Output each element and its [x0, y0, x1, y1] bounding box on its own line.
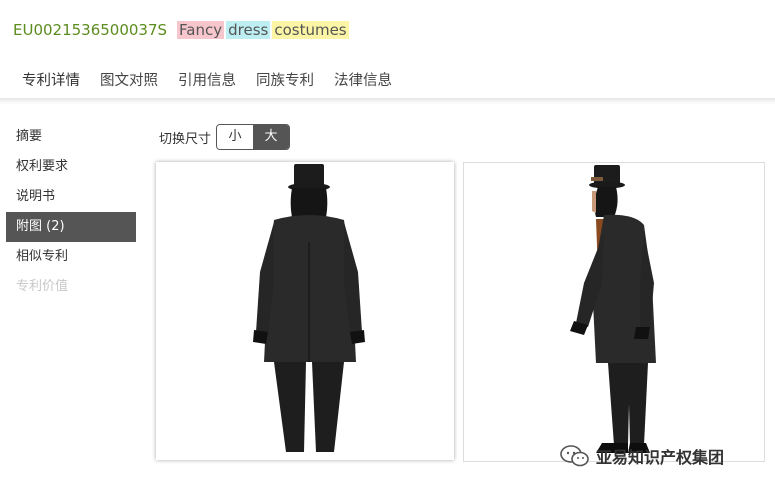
tab-figure-text[interactable]: 图文对照: [90, 70, 168, 98]
watermark-text: 亚易知识产权集团: [596, 448, 725, 467]
nav-item-claims[interactable]: 权利要求: [6, 152, 136, 182]
tab-legal-info[interactable]: 法律信息: [324, 70, 402, 98]
tab-family-patents[interactable]: 同族专利: [246, 70, 324, 98]
keyword-highlight: dress: [226, 21, 271, 39]
tab-patent-details[interactable]: 专利详情: [12, 70, 90, 101]
tab-bar: 专利详情 图文对照 引用信息 同族专利 法律信息: [12, 70, 402, 101]
size-switch-label: 切换尺寸: [159, 131, 212, 147]
patent-id: EU0021536500037S: [13, 21, 168, 39]
patent-header: EU0021536500037S Fancy dress costumes: [13, 18, 351, 42]
tab-bar-divider: [0, 98, 775, 104]
keyword-highlight: costumes: [272, 21, 349, 39]
size-toggle-group: 小 大: [216, 124, 291, 150]
figure-image-back-view[interactable]: [156, 162, 454, 460]
costume-side-view-image: [570, 165, 656, 453]
nav-item-drawings[interactable]: 附图 (2): [6, 212, 136, 242]
watermark: 亚易知识产权集团: [560, 444, 724, 468]
size-large-button[interactable]: 大: [253, 125, 290, 149]
costume-back-view-image: [253, 164, 365, 452]
nav-item-abstract[interactable]: 摘要: [6, 122, 136, 152]
section-nav: 摘要 权利要求 说明书 附图 (2) 相似专利 专利价值: [6, 122, 136, 302]
nav-item-description[interactable]: 说明书: [6, 182, 136, 212]
figure-image-side-view[interactable]: [463, 162, 765, 462]
nav-item-patent-value: 专利价值: [16, 279, 69, 294]
tab-citations[interactable]: 引用信息: [168, 70, 246, 98]
size-small-button[interactable]: 小: [217, 125, 254, 149]
size-switch: 切换尺寸 小 大: [159, 124, 291, 150]
wechat-icon: [560, 445, 589, 467]
keyword-highlight: Fancy: [177, 21, 225, 39]
nav-item-similar-patents[interactable]: 相似专利: [6, 242, 136, 272]
